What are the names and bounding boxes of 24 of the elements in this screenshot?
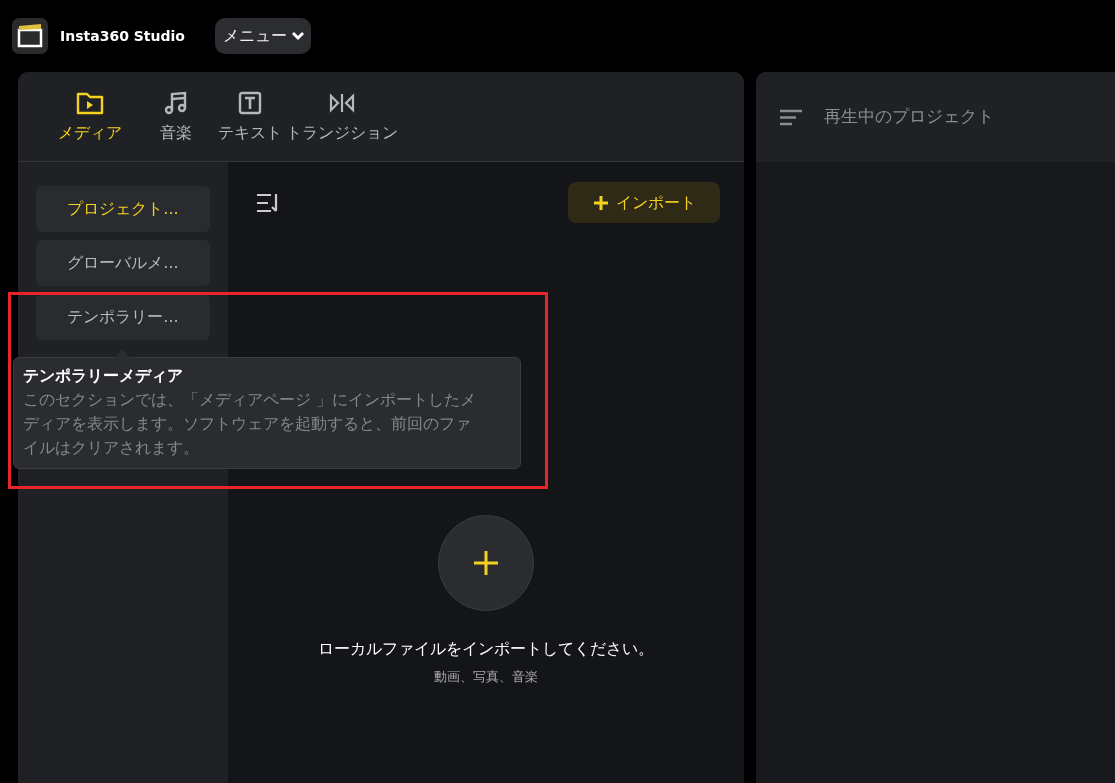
sidebar-item[interactable]: テンポラリー... — [36, 294, 210, 340]
plus-icon — [472, 549, 500, 577]
app-title: Insta360 Studio — [60, 26, 185, 46]
sidebar-item[interactable]: プロジェクト... — [36, 186, 210, 232]
folder-play-icon — [76, 91, 104, 115]
menu-icon[interactable] — [780, 108, 802, 126]
app-logo-icon — [12, 18, 48, 54]
tab[interactable]: トランジション — [284, 91, 400, 145]
plus-icon — [594, 195, 608, 210]
empty-state-message: ローカルファイルをインポートしてください。 — [318, 638, 654, 660]
tab[interactable]: メディア — [50, 91, 130, 145]
import-button[interactable]: インポート — [568, 182, 720, 223]
text-box-icon — [238, 91, 262, 115]
tab[interactable]: テキスト — [214, 91, 284, 145]
panel-title: 再生中のプロジェクト — [824, 105, 994, 129]
tab[interactable]: 音楽 — [152, 91, 200, 145]
empty-state-hint: 動画、写真、音楽 — [434, 668, 538, 686]
sidebar-item[interactable]: グローバルメ... — [36, 240, 210, 286]
menu-button[interactable]: メニュー — [214, 18, 311, 54]
tooltip-title: テンポラリーメディア — [23, 365, 184, 387]
music-note-icon — [163, 91, 189, 115]
transition-icon — [328, 91, 356, 115]
tooltip-text: このセクションでは、「メディアページ 」にインポートしたメディアを表示します。ソフトウェアを起動すると、前回のファイルはクリアされます。 — [23, 390, 477, 459]
chevron-down-icon — [290, 31, 305, 41]
